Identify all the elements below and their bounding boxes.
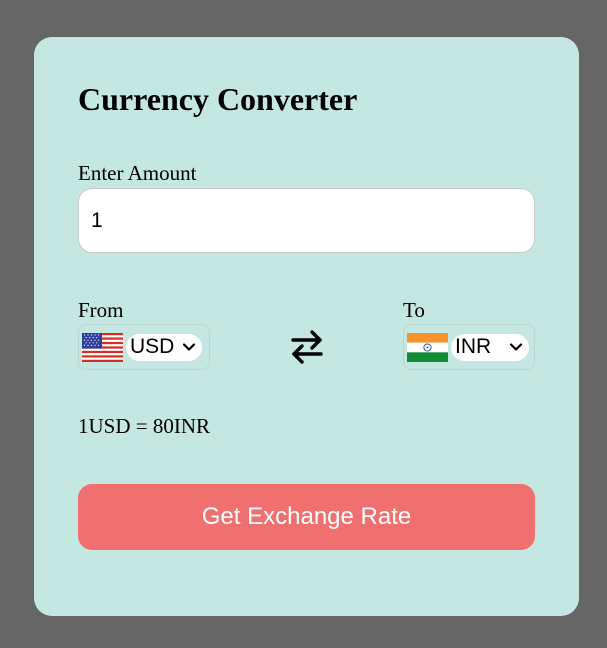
to-currency-value: INR (455, 335, 492, 358)
india-flag-icon (407, 332, 448, 362)
amount-input[interactable] (78, 188, 535, 253)
us-flag-icon (82, 332, 123, 362)
chevron-down-icon (510, 343, 523, 351)
get-exchange-rate-button[interactable]: Get Exchange Rate (78, 484, 535, 550)
from-currency-select[interactable]: USD (78, 324, 210, 370)
from-currency-dropdown[interactable]: USD (126, 333, 203, 361)
amount-label: Enter Amount (78, 161, 197, 185)
converter-card: Currency Converter Enter Amount From USD (34, 37, 579, 616)
to-label: To (403, 298, 425, 322)
to-currency-dropdown[interactable]: INR (451, 333, 530, 361)
chevron-down-icon (183, 343, 196, 351)
to-currency-select[interactable]: INR (403, 324, 535, 370)
from-currency-value: USD (130, 335, 175, 358)
from-label: From (78, 298, 124, 322)
swap-arrows-icon[interactable] (290, 327, 324, 367)
exchange-rate-result: 1USD = 80INR (78, 414, 211, 438)
page-title: Currency Converter (78, 81, 358, 117)
